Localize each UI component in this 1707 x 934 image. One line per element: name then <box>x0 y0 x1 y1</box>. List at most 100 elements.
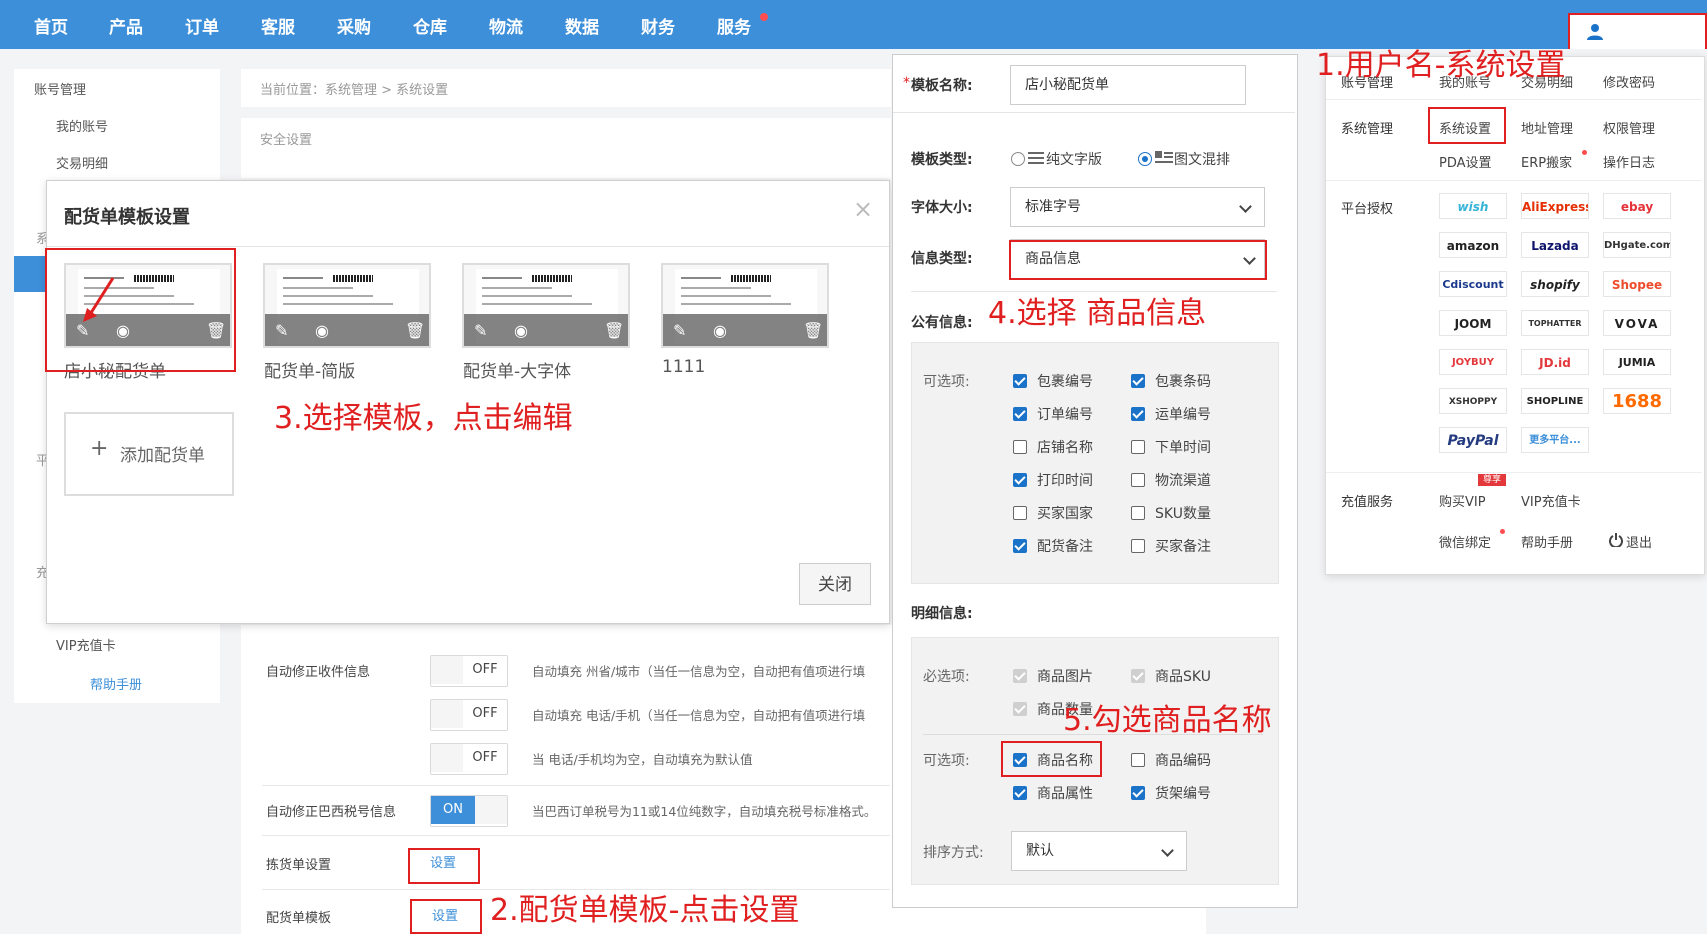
menu-item-vip-card[interactable]: VIP充值卡 <box>1521 491 1581 510</box>
sidebar-help-link[interactable]: 帮助手册 <box>90 674 142 693</box>
font-size-select[interactable]: 标准字号 <box>1010 187 1265 227</box>
template-thumbnail[interactable]: ✎ ◉ 🗑 <box>462 263 630 348</box>
setting-description: 当巴西订单税号为11或14位纯数字，自动填充税号标准格式。 <box>532 804 877 819</box>
edit-icon[interactable]: ✎ <box>474 321 487 340</box>
platform-aliexpress[interactable]: AliExpress <box>1521 193 1589 219</box>
checkbox-package-barcode[interactable] <box>1131 374 1145 388</box>
nav-warehouse[interactable]: 仓库 <box>413 0 447 49</box>
eye-icon[interactable]: ◉ <box>514 321 528 340</box>
annotation-step-4: 4.选择 商品信息 <box>988 296 1207 331</box>
checkbox-product-attributes[interactable] <box>1013 786 1027 800</box>
menu-item-help[interactable]: 帮助手册 <box>1521 532 1573 551</box>
add-template-button[interactable]: + 添加配货单 <box>64 412 234 496</box>
notification-dot <box>1582 150 1587 155</box>
platform-jd[interactable]: JD.id <box>1521 349 1589 375</box>
menu-item-change-password[interactable]: 修改密码 <box>1603 72 1655 91</box>
checkbox-product-code[interactable] <box>1131 753 1145 767</box>
platform-cdiscount[interactable]: Cdiscount <box>1439 271 1507 297</box>
eye-icon[interactable]: ◉ <box>713 321 727 340</box>
platform-lazada[interactable]: Lazada <box>1521 232 1589 258</box>
nav-finance[interactable]: 财务 <box>641 0 675 49</box>
highlight-box <box>408 848 480 884</box>
nav-logistics[interactable]: 物流 <box>489 0 523 49</box>
sidebar-item-vip-card[interactable]: VIP充值卡 <box>56 635 116 654</box>
checkbox-store-name[interactable] <box>1013 440 1027 454</box>
platform-dhgate[interactable]: DHgate.com <box>1603 232 1671 258</box>
trash-icon[interactable]: 🗑 <box>604 321 624 340</box>
sidebar-heading-account: 账号管理 <box>34 83 87 98</box>
add-template-label: 添加配货单 <box>120 446 205 466</box>
toggle-auto-fill-state[interactable]: OFF <box>430 655 508 687</box>
template-thumbnail[interactable]: ✎ ◉ 🗑 <box>661 263 829 348</box>
checkbox-order-number[interactable] <box>1013 407 1027 421</box>
platform-more[interactable]: 更多平台... <box>1521 427 1589 453</box>
menu-item-erp-move[interactable]: ERP搬家 <box>1521 152 1572 171</box>
checkbox-shelf-number[interactable] <box>1131 786 1145 800</box>
checkbox-logistics-channel[interactable] <box>1131 473 1145 487</box>
platform-ebay[interactable]: ebay <box>1603 193 1671 219</box>
checkbox-label: 商品图片 <box>1037 669 1093 685</box>
checkbox-order-time[interactable] <box>1131 440 1145 454</box>
platform-paypal[interactable]: PayPal <box>1439 427 1507 453</box>
setting-description: 自动填充 电话/手机（当任一信息为空，自动把有值项进行填 <box>532 708 866 723</box>
menu-item-buy-vip[interactable]: 购买VIP <box>1439 491 1486 510</box>
menu-item-address[interactable]: 地址管理 <box>1521 118 1573 137</box>
trash-icon[interactable]: 🗑 <box>405 321 425 340</box>
setting-description: 自动填充 州省/城市（当任一信息为空，自动把有值项进行填 <box>532 664 866 679</box>
sidebar-item-transactions[interactable]: 交易明细 <box>56 153 108 172</box>
platform-amazon[interactable]: amazon <box>1439 232 1507 258</box>
platform-joybuy[interactable]: JOYBUY <box>1439 349 1507 375</box>
checkbox-buyer-note[interactable] <box>1131 539 1145 553</box>
menu-item-op-log[interactable]: 操作日志 <box>1603 152 1655 171</box>
user-dropdown-menu: 账号管理 我的账号 交易明细 修改密码 系统管理 系统设置 地址管理 权限管理 … <box>1325 56 1705 575</box>
template-thumbnail[interactable]: ✎ ◉ 🗑 <box>263 263 431 348</box>
modal-close-icon[interactable]: × <box>853 195 873 223</box>
sidebar-item-my-account[interactable]: 我的账号 <box>56 116 108 135</box>
toggle-brazil-tax[interactable]: ON <box>430 795 508 827</box>
edit-icon[interactable]: ✎ <box>275 321 288 340</box>
nav-data[interactable]: 数据 <box>565 0 599 49</box>
edit-icon[interactable]: ✎ <box>673 321 686 340</box>
toggle-default-phone[interactable]: OFF <box>430 743 508 775</box>
platform-shopee[interactable]: Shopee <box>1603 271 1671 297</box>
divider <box>262 835 890 836</box>
radio-text-only[interactable] <box>1011 152 1025 166</box>
eye-icon[interactable]: ◉ <box>315 321 329 340</box>
checkbox-buyer-country[interactable] <box>1013 506 1027 520</box>
radio-text-only-label: 纯文字版 <box>1046 152 1102 168</box>
template-name-input[interactable]: 店小秘配货单 <box>1010 65 1246 105</box>
platform-joom[interactable]: JOOM <box>1439 310 1507 336</box>
sort-select[interactable]: 默认 <box>1011 831 1187 871</box>
checkbox-print-time[interactable] <box>1013 473 1027 487</box>
platform-vova[interactable]: VOVA <box>1603 310 1671 336</box>
highlight-box <box>1009 240 1267 280</box>
trash-icon[interactable]: 🗑 <box>803 321 823 340</box>
menu-item-logout[interactable]: 退出 <box>1626 532 1652 551</box>
platform-jumia[interactable]: JUMIA <box>1603 349 1671 375</box>
platform-shopify[interactable]: shopify <box>1521 271 1589 297</box>
platform-tophatter[interactable]: TOPHATTER <box>1521 310 1589 336</box>
nav-products[interactable]: 产品 <box>109 0 143 49</box>
nav-home[interactable]: 首页 <box>34 0 68 49</box>
font-size-label: 字体大小: <box>911 200 973 216</box>
menu-item-pda[interactable]: PDA设置 <box>1439 152 1492 171</box>
nav-orders[interactable]: 订单 <box>185 0 219 49</box>
nav-purchase[interactable]: 采购 <box>337 0 371 49</box>
platform-1688[interactable]: 1688 <box>1603 388 1671 414</box>
checkbox-label: 商品SKU <box>1155 669 1211 685</box>
menu-item-permissions[interactable]: 权限管理 <box>1603 118 1655 137</box>
menu-item-wechat-bind[interactable]: 微信绑定 <box>1439 532 1491 551</box>
checkbox-sku-quantity[interactable] <box>1131 506 1145 520</box>
close-button[interactable]: 关闭 <box>799 563 871 605</box>
divider <box>893 112 1295 113</box>
nav-service[interactable]: 客服 <box>261 0 295 49</box>
platform-shopline[interactable]: SHOPLINE <box>1521 388 1589 414</box>
toggle-auto-fill-phone[interactable]: OFF <box>430 699 508 731</box>
platform-xshoppy[interactable]: XSHOPPY <box>1439 388 1507 414</box>
platform-wish[interactable]: wish <box>1439 193 1507 219</box>
checkbox-package-number[interactable] <box>1013 374 1027 388</box>
nav-services[interactable]: 服务 <box>717 0 751 49</box>
checkbox-waybill-number[interactable] <box>1131 407 1145 421</box>
radio-mixed[interactable] <box>1138 152 1152 166</box>
checkbox-packing-note[interactable] <box>1013 539 1027 553</box>
